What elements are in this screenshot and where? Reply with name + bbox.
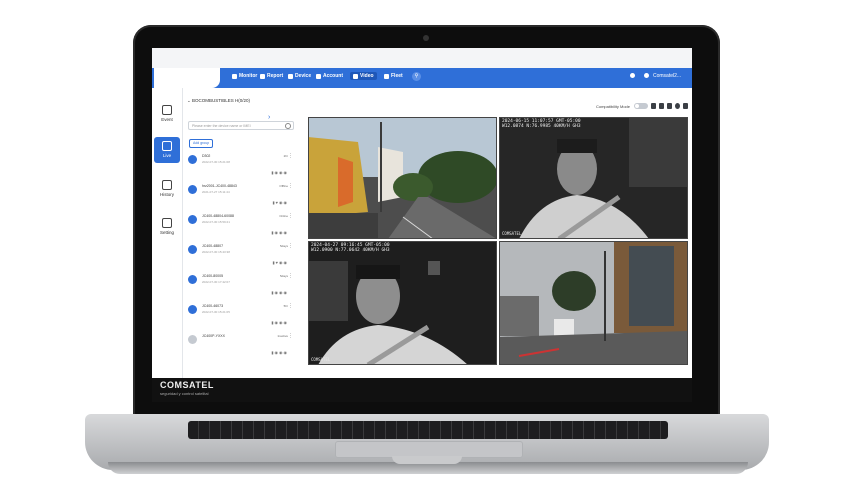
screenshot-icon[interactable]	[659, 103, 664, 109]
brand-tagline: seguridad y control satelital	[160, 391, 209, 396]
nav-report[interactable]: Report	[260, 73, 283, 79]
fleet-icon	[384, 73, 389, 79]
settings-icon[interactable]	[675, 103, 680, 109]
nav-device[interactable]: Device	[288, 73, 311, 79]
notification-icon[interactable]	[630, 73, 635, 78]
camera-tile-4[interactable]	[499, 241, 688, 365]
webcam-icon	[423, 35, 429, 41]
user-menu[interactable]: Comsatel2...	[653, 73, 681, 79]
more-options-icon[interactable]: ⋮	[288, 213, 293, 219]
language-icon[interactable]	[644, 73, 649, 78]
device-avatar	[188, 245, 197, 254]
camera-tile-1[interactable]	[308, 117, 497, 239]
nav-video[interactable]: Video	[350, 72, 377, 80]
device-list-item[interactable]: JC400-48807 2022-07-30 15:43:38 5days ⋮ …	[188, 242, 294, 272]
nav-monitor[interactable]: Monitor	[232, 73, 257, 79]
lid-notch	[392, 456, 462, 464]
fullscreen-icon[interactable]	[683, 103, 688, 109]
more-options-icon[interactable]: ⋮	[288, 183, 293, 189]
brand-logo: COMSATEL	[160, 380, 214, 390]
device-status-icons: ▮◉◉◉	[271, 320, 288, 325]
more-options-icon[interactable]: ⋮	[288, 273, 293, 279]
device-avatar	[188, 215, 197, 224]
search-icon	[285, 123, 291, 129]
search-icon[interactable]: ⚲	[412, 72, 421, 81]
device-list-item[interactable]: JC400-48804-60088 2022-07-30 15:59:21 On…	[188, 212, 294, 242]
rail-item-setting[interactable]: Setting	[154, 214, 180, 240]
report-icon	[260, 73, 265, 79]
rail-item-history[interactable]: History	[154, 176, 180, 202]
device-avatar	[188, 185, 197, 194]
device-status-icons: ▮◉◉◉	[271, 230, 288, 235]
device-list-item[interactable]: D302 2022-07-30 15:21:08 2hr ⋮ ▮◉◉◉	[188, 152, 294, 182]
more-options-icon[interactable]: ⋮	[288, 243, 293, 249]
live-icon	[162, 141, 172, 151]
device-panel: ⌄ BOCOMBUSTIBLES H(0/20) Please enter th…	[183, 88, 299, 378]
device-status-icons: ▮◉◉◉	[271, 350, 288, 355]
side-rail: Event Live History Setting	[152, 88, 183, 378]
device-avatar	[188, 305, 197, 314]
app-screen: Monitor Report Device Account Video Flee…	[152, 48, 692, 378]
grid-layout-icon[interactable]	[667, 103, 672, 109]
tile-border	[499, 117, 688, 239]
history-icon	[162, 180, 172, 190]
keyboard	[188, 421, 668, 439]
device-search-input[interactable]: Please enter the device name or IMEI	[188, 121, 294, 130]
nav-fleet[interactable]: Fleet	[384, 73, 403, 79]
app-logo-area	[154, 68, 220, 88]
monitor-icon	[232, 73, 237, 79]
add-group-button[interactable]: Add group	[189, 139, 214, 148]
rail-item-event[interactable]: Event	[154, 101, 180, 127]
nav-account[interactable]: Account	[316, 73, 343, 79]
device-status-icons: ▮♥◉◉	[272, 200, 288, 205]
device-avatar	[188, 275, 197, 284]
collapse-panel-icon[interactable]: ›	[268, 114, 270, 121]
device-list-item[interactable]: JC400P-YXXX Inactive ⋮ ▮◉◉◉	[188, 332, 294, 362]
group-title[interactable]: ⌄ BOCOMBUSTIBLES H(0/20)	[187, 98, 250, 104]
tile-border	[308, 117, 497, 239]
more-options-icon[interactable]: ⋮	[288, 153, 293, 159]
device-avatar	[188, 155, 197, 164]
device-avatar	[188, 335, 197, 344]
more-options-icon[interactable]: ⋮	[288, 333, 293, 339]
account-icon	[316, 73, 321, 79]
tile-border	[308, 241, 497, 365]
device-icon	[288, 73, 293, 79]
device-status-icons: ▮◉◉◉	[271, 290, 288, 295]
device-status-icons: ▮◉◉◉	[271, 170, 288, 175]
setting-icon	[162, 218, 172, 228]
compatibility-mode-toggle[interactable]	[634, 103, 648, 109]
compatibility-mode-label: Compatibility Mode	[595, 104, 630, 109]
volume-icon[interactable]	[651, 103, 656, 109]
camera-tile-2[interactable]: 2024-06-15 11:07:57 GMT-05:00 W12.0874 N…	[499, 117, 688, 239]
event-icon	[162, 105, 172, 115]
tile-border	[499, 241, 688, 365]
more-options-icon[interactable]: ⋮	[288, 303, 293, 309]
device-list-item[interactable]: JC400-46073 2022-07-30 15:21:05 5hr ⋮ ▮◉…	[188, 302, 294, 332]
video-icon	[353, 73, 358, 79]
device-list-item[interactable]: JC400-80005 2022-07-30 17:42:07 5days ⋮ …	[188, 272, 294, 302]
video-area: Compatibility Mode 2024-06-15 11:07:57 G…	[298, 88, 692, 378]
screen-bezel	[152, 378, 692, 402]
rail-item-live[interactable]: Live	[154, 137, 180, 163]
device-list-item[interactable]: hrz2001-JC400-48843 2021-07-27 15:11:44 …	[188, 182, 294, 212]
camera-tile-3[interactable]: 2024-04-27 09:16:45 GMT-05:00 W12.0900 N…	[308, 241, 497, 365]
device-status-icons: ▮♥◉◉	[272, 260, 288, 265]
